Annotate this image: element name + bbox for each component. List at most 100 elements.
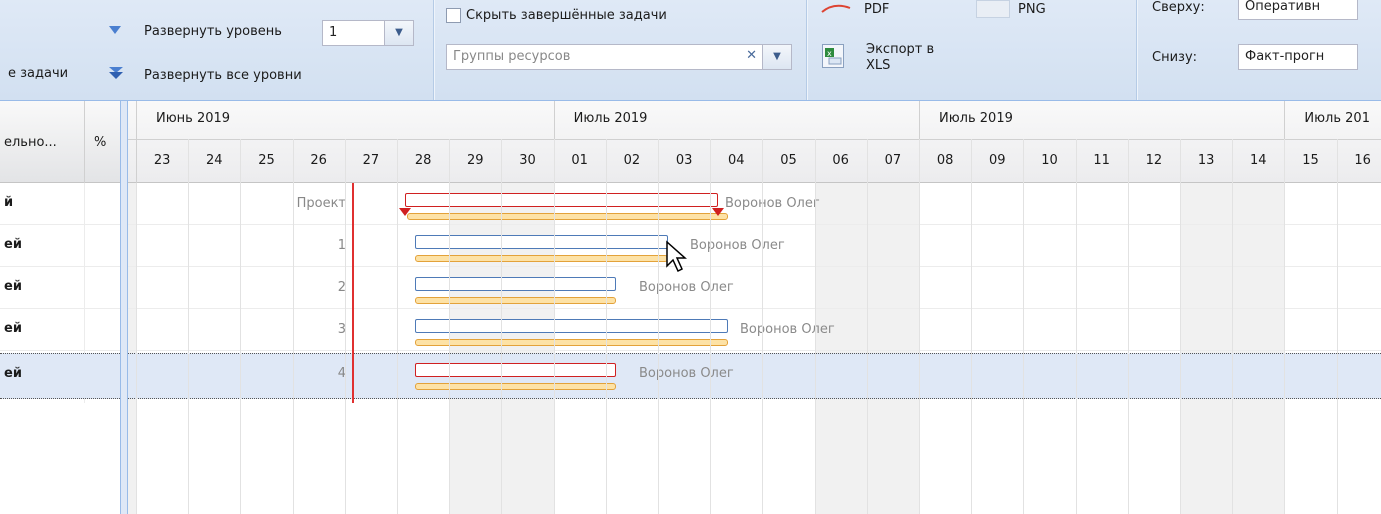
row-name: ей <box>4 366 22 381</box>
day-header: 29 <box>467 153 484 168</box>
day-header: 09 <box>989 153 1006 168</box>
resource-label: Воронов Олег <box>725 196 820 211</box>
expand-all-button[interactable]: Развернуть все уровни <box>144 68 302 83</box>
day-gridline <box>292 139 294 514</box>
month-gridline <box>1284 101 1286 139</box>
task-bar[interactable] <box>415 277 617 291</box>
png-icon[interactable] <box>976 0 1010 18</box>
day-gridline <box>1023 139 1025 514</box>
xls-icon[interactable]: x <box>822 44 844 68</box>
task-bar[interactable] <box>415 235 669 249</box>
expand-level-icon[interactable] <box>108 24 122 40</box>
bottom-value: Факт-прогн <box>1245 49 1325 64</box>
day-gridline <box>605 139 607 514</box>
day-header: 06 <box>832 153 849 168</box>
resource-label: Воронов Олег <box>690 238 785 253</box>
day-gridline <box>919 139 920 514</box>
day-gridline <box>136 139 137 514</box>
day-gridline <box>1180 139 1181 514</box>
task-bar[interactable] <box>415 319 729 333</box>
day-header: 13 <box>1197 153 1215 168</box>
resource-groups-placeholder: Группы ресурсов <box>453 49 571 64</box>
table-row[interactable]: ей <box>0 267 120 309</box>
resource-label: Воронов Олег <box>639 280 734 295</box>
row-name: ей <box>4 279 22 294</box>
top-label: Сверху: <box>1152 0 1205 15</box>
column-header-name[interactable]: ельно... <box>4 135 57 150</box>
task-bar[interactable] <box>415 363 617 377</box>
month-gridline <box>919 101 920 139</box>
day-header: 01 <box>571 153 588 168</box>
month-header: Июнь 2019 <box>156 111 231 126</box>
panel-splitter[interactable] <box>120 101 128 514</box>
day-gridline <box>1127 139 1129 514</box>
table-row-selected[interactable]: ей <box>0 353 120 399</box>
day-gridline <box>553 139 555 514</box>
day-gridline <box>1075 139 1077 514</box>
month-gridline <box>553 101 555 139</box>
bottom-select[interactable]: Факт-прогн <box>1238 44 1358 70</box>
summary-end-marker-icon <box>398 205 411 220</box>
row-name: ей <box>4 237 22 252</box>
day-gridline <box>866 139 868 514</box>
export-png-button[interactable]: PNG <box>1018 2 1046 17</box>
day-gridline <box>449 139 451 514</box>
month-header: Июль 201 <box>1304 111 1370 126</box>
row-name: й <box>4 195 14 210</box>
export-xls-line2: XLS <box>866 58 891 73</box>
expand-all-icon[interactable] <box>108 66 124 84</box>
pdf-icon[interactable] <box>820 0 856 18</box>
gantt-row[interactable] <box>128 267 1381 309</box>
day-header: 04 <box>728 153 745 168</box>
summary-task-bar[interactable] <box>404 193 719 207</box>
expand-level-select[interactable]: 1 ▼ <box>322 20 414 46</box>
tasks-label-partial[interactable]: е задачи <box>8 66 68 81</box>
expand-level-value: 1 <box>329 25 338 40</box>
gantt-chart: Июнь 2019 Июль 2019 Июль 2019 Июль 201 23 24… <box>128 101 1381 514</box>
grid-header: ельно... % <box>0 101 120 183</box>
day-header: 30 <box>519 153 536 168</box>
day-header: 14 <box>1250 153 1267 168</box>
chevron-down-icon[interactable]: ▼ <box>384 21 413 45</box>
day-header: 27 <box>362 153 380 168</box>
export-pdf-button[interactable]: PDF <box>864 2 889 17</box>
resource-label: Воронов Олег <box>639 366 734 381</box>
day-header: 24 <box>206 153 223 168</box>
baseline-bar <box>407 213 729 220</box>
clear-icon[interactable]: ✕ <box>746 48 757 63</box>
table-row[interactable]: ей <box>0 309 120 351</box>
top-select[interactable]: Оперативн <box>1238 0 1358 20</box>
day-gridline <box>814 139 816 514</box>
hide-completed-checkbox[interactable] <box>446 8 461 23</box>
day-gridline <box>658 139 659 514</box>
toolbar: е задачи Развернуть уровень 1 ▼ Разверну… <box>0 0 1381 101</box>
day-header: 07 <box>884 153 902 168</box>
day-header: 11 <box>1093 153 1110 168</box>
day-gridline <box>971 139 973 514</box>
day-gridline <box>710 139 712 514</box>
month-header: Июль 2019 <box>573 111 648 126</box>
baseline-bar <box>415 255 669 262</box>
day-gridline <box>240 139 242 514</box>
day-gridline <box>762 139 764 514</box>
chevron-down-icon[interactable]: ▼ <box>762 45 791 69</box>
day-gridline <box>344 139 346 514</box>
day-header: 03 <box>675 153 693 168</box>
column-header-percent[interactable]: % <box>94 135 106 150</box>
top-value: Оперативн <box>1245 0 1321 14</box>
day-gridline <box>188 139 190 514</box>
resource-groups-combo[interactable]: Группы ресурсов ✕ ▼ <box>446 44 792 70</box>
gantt-row[interactable] <box>128 353 1381 399</box>
bottom-label: Снизу: <box>1152 50 1198 65</box>
export-xls-button[interactable]: Экспорт в XLS <box>866 42 934 74</box>
day-header: 23 <box>153 153 171 168</box>
svg-text:x: x <box>827 49 832 58</box>
baseline-bar <box>415 339 729 346</box>
day-header: 28 <box>414 153 432 168</box>
day-header: 25 <box>258 153 275 168</box>
table-row[interactable]: й <box>0 183 120 225</box>
task-grid: ельно... % й ей ей ей ей <box>0 101 120 514</box>
day-gridline <box>1336 139 1338 514</box>
table-row[interactable]: ей <box>0 225 120 267</box>
day-header: 05 <box>780 153 797 168</box>
